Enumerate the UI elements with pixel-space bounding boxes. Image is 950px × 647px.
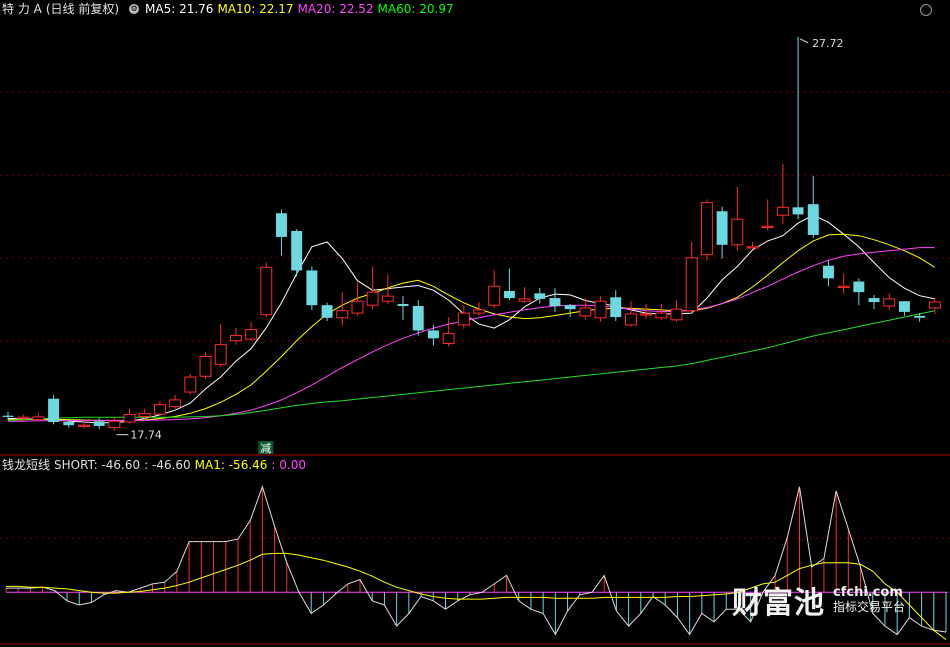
candle-body-down [412, 305, 424, 331]
candle-body-up [108, 420, 121, 429]
candle-body-down [503, 290, 515, 299]
menu-icon[interactable] [920, 4, 932, 16]
candle-body-up [928, 301, 941, 309]
candle-body-up [746, 246, 759, 249]
candle-body-up [336, 310, 349, 319]
ma5-value: MA5: 21.76 [145, 2, 214, 16]
candle-body-down [397, 304, 409, 306]
candle-body-down [564, 305, 576, 310]
candle-body-down [822, 265, 834, 279]
candle-body-up [442, 333, 455, 344]
candle-body-down [610, 297, 622, 318]
candle-body-down [853, 281, 865, 293]
candle-body-up [837, 285, 850, 288]
candle-body-up [776, 206, 789, 216]
candle-body-up [700, 202, 713, 256]
candle-body-up [883, 298, 896, 307]
ma20-value: MA20: 22.52 [297, 2, 374, 16]
candle-body-up [457, 312, 470, 326]
candle-body-up [184, 376, 197, 393]
chart-mode: (日线 前复权) [45, 2, 120, 16]
ma60-value: MA60: 20.97 [377, 2, 454, 16]
watermark-brand: 财富池 [732, 586, 825, 621]
high-price-label: 27.72 [812, 37, 844, 50]
ma60-line [7, 310, 935, 421]
candle-body-up [214, 344, 227, 365]
candle-body-down [716, 211, 728, 245]
candle-body-up [153, 404, 166, 415]
short-value: SHORT: -46.60 [54, 458, 141, 472]
candle-body-up [655, 312, 668, 319]
candle-body-up [199, 355, 212, 377]
short-value-2: : -46.60 [144, 458, 191, 472]
ma1-value: MA1: -56.46 [194, 458, 268, 472]
candle-body-up [17, 416, 30, 419]
candle-body-down [321, 305, 333, 318]
candle-body-up [640, 313, 653, 316]
candle-body-up [123, 414, 136, 423]
candle-body-up [351, 300, 364, 314]
candle-body-up [473, 309, 485, 314]
high-marker-arrow [799, 38, 809, 44]
candle-body-down [792, 207, 804, 215]
candle-body-down [291, 231, 303, 271]
candle-body-down [276, 213, 287, 237]
candle-body-up [761, 225, 774, 228]
sub-chart-header: 钱龙短线 SHORT: -46.60 : -46.60 MA1: -56.46 … [2, 456, 306, 474]
ma20-line [8, 247, 935, 422]
signal-tag: 减 [260, 442, 271, 455]
candle-body-up [381, 295, 394, 302]
candle-body-down [534, 293, 546, 299]
indicator-name: 钱龙短线 [2, 458, 51, 472]
main-chart-header: 特 力 A (日线 前复权) ⚙ MA5: 21.76 MA10: 22.17 … [2, 0, 454, 18]
candle-body-down [868, 298, 880, 303]
low-price-label: 17.74 [130, 429, 162, 442]
candle-body-up [594, 300, 607, 319]
candle-body-up [488, 285, 501, 306]
candle-body-down [914, 315, 926, 318]
candle-body-up [229, 335, 242, 342]
candle-body-down [807, 204, 819, 235]
candle-body-up [245, 329, 258, 340]
candle-body-up [624, 313, 637, 326]
candle-body-down [306, 270, 318, 306]
candle-body-down [48, 398, 60, 423]
watermark-domain: cfchi.com [833, 585, 903, 600]
stock-name: 特 力 A [2, 2, 42, 16]
candle-body-down [93, 421, 105, 426]
candle-body-up [169, 399, 182, 408]
watermark: 财富池 cfchi.com 指标交易平台 [732, 580, 932, 622]
candle-body-up [579, 307, 592, 317]
candle-body-up [518, 298, 531, 302]
candle-body-up [685, 257, 698, 312]
settings-icon[interactable]: ⚙ [129, 4, 140, 14]
candle-body-up [77, 424, 90, 427]
ma10-line [8, 233, 936, 422]
candle-body-down [63, 422, 75, 426]
candle-body-up [731, 218, 744, 246]
candle-body-up [260, 266, 273, 316]
chart-canvas: 27.72 17.74 减 [0, 36, 950, 645]
candle-body-up [32, 416, 45, 421]
candle-body-down [2, 415, 14, 417]
candle-body-up [670, 308, 683, 321]
candle-body-down [427, 330, 439, 339]
ma10-value: MA10: 22.17 [217, 2, 294, 16]
candle-body-up [366, 291, 379, 306]
candle-body-down [549, 298, 561, 306]
candle-body-up [138, 413, 151, 417]
zero-value: : 0.00 [271, 458, 306, 472]
watermark-sub: 指标交易平台 [833, 600, 906, 614]
candle-body-down [898, 301, 910, 312]
